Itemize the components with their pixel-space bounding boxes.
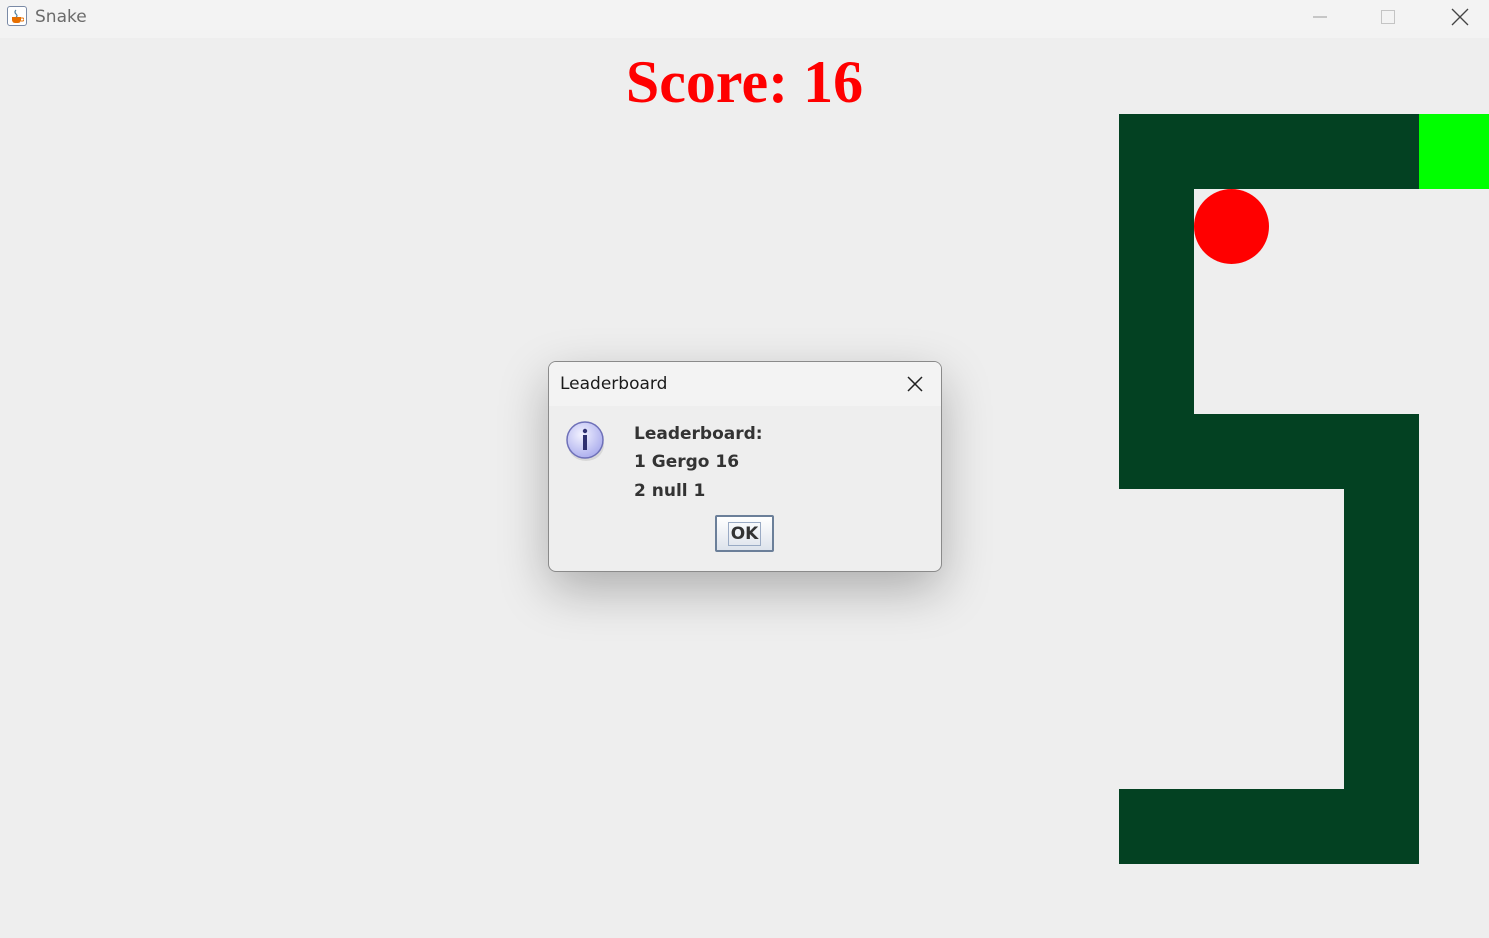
- snake-body-segment: [1119, 789, 1344, 864]
- ok-button-label: OK: [727, 521, 762, 546]
- window-titlebar: Snake: [0, 0, 1489, 38]
- minimize-icon: [1313, 16, 1327, 18]
- info-icon: [565, 420, 607, 462]
- score-label: Score: 16: [625, 49, 864, 115]
- maximize-button[interactable]: [1359, 0, 1417, 34]
- dialog-close-button[interactable]: [904, 373, 926, 395]
- leaderboard-dialog: Leaderboard Leaderboard: 1 Gergo 16 2 nu…: [548, 361, 942, 572]
- ok-button[interactable]: OK: [715, 515, 774, 552]
- leaderboard-entry: 2 null 1: [634, 481, 706, 501]
- snake-body-segment: [1194, 414, 1419, 489]
- leaderboard-heading: Leaderboard:: [634, 424, 763, 444]
- leaderboard-entry: 1 Gergo 16: [634, 452, 740, 472]
- minimize-button[interactable]: [1291, 0, 1349, 34]
- snake-head: [1419, 114, 1489, 189]
- dialog-titlebar: Leaderboard: [549, 362, 941, 406]
- snake-body-segment: [1119, 114, 1419, 189]
- maximize-icon: [1381, 10, 1395, 24]
- close-button[interactable]: [1431, 0, 1489, 34]
- window-title: Snake: [35, 7, 87, 27]
- java-cup-icon: [7, 6, 27, 26]
- close-icon: [1451, 8, 1469, 26]
- close-icon: [907, 376, 923, 392]
- dialog-title: Leaderboard: [560, 374, 668, 394]
- snake-body-segment: [1119, 189, 1194, 489]
- food-apple: [1194, 189, 1269, 264]
- snake-body-segment: [1344, 489, 1419, 864]
